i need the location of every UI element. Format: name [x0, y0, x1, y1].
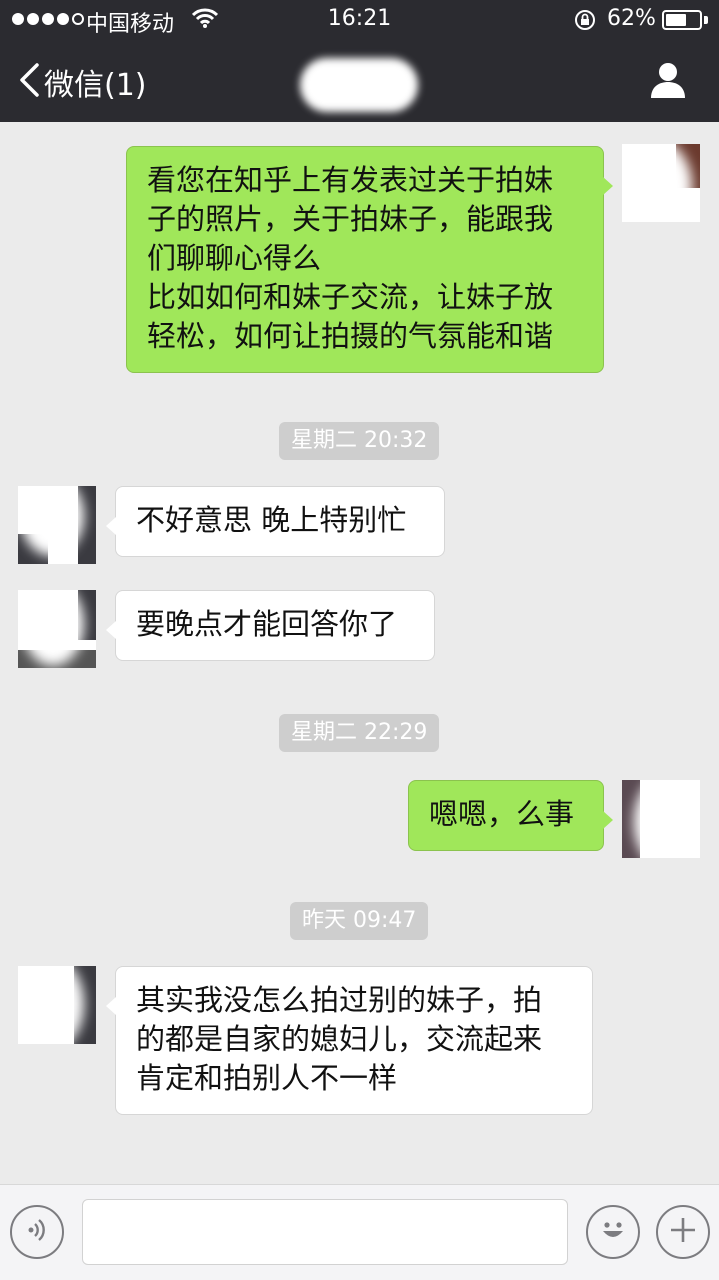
- message-text-line: 子的照片，关于拍妹子，能跟我: [147, 202, 554, 236]
- contact-avatar[interactable]: [18, 590, 96, 668]
- message-input[interactable]: [82, 1199, 568, 1265]
- battery-level: [666, 14, 686, 26]
- top-bar: 中国移动 16:21 62% 微信(1): [0, 0, 719, 122]
- message-text-line: 其实我没怎么拍过别的妹子，拍: [136, 983, 543, 1017]
- battery-icon: [662, 10, 702, 30]
- timestamp-chip: 星期二 22:29: [279, 714, 440, 752]
- timestamp-chip: 星期二 20:32: [279, 422, 440, 460]
- input-bar: [0, 1184, 719, 1280]
- message-text-line: 要晚点才能回答你了: [136, 607, 398, 641]
- back-button[interactable]: 微信(1): [18, 60, 147, 104]
- message-bubble-outgoing[interactable]: 嗯嗯，么事: [408, 780, 613, 851]
- battery-percent: 62%: [607, 6, 656, 31]
- message-list[interactable]: 看您在知乎上有发表过关于拍妹 子的照片，关于拍妹子，能跟我 们聊聊心得么 比如如…: [0, 122, 719, 1184]
- message-text-line: 比如如何和妹子交流，让妹子放: [147, 280, 554, 314]
- emoji-icon: [596, 1213, 630, 1251]
- voice-button[interactable]: [10, 1205, 64, 1259]
- timestamp-chip: 昨天 09:47: [290, 902, 429, 940]
- message-bubble-incoming[interactable]: 其实我没怎么拍过别的妹子，拍 的都是自家的媳妇儿，交流起来 肯定和拍别人不一样: [106, 966, 593, 1115]
- message-text-line: 轻松，如何让拍摄的气氛能和谐: [147, 319, 554, 353]
- nav-bar: 微信(1): [0, 40, 719, 122]
- message-text-line: 的都是自家的媳妇儿，交流起来: [136, 1022, 543, 1056]
- profile-button[interactable]: [648, 60, 688, 104]
- message-text-line: 嗯嗯，么事: [429, 797, 575, 831]
- emoji-button[interactable]: [586, 1205, 640, 1259]
- status-bar: 中国移动 16:21 62%: [0, 0, 719, 40]
- message-text-line: 看您在知乎上有发表过关于拍妹: [147, 163, 554, 197]
- contact-avatar[interactable]: [18, 966, 96, 1044]
- chevron-left-icon: [18, 62, 40, 102]
- chat-title-redacted: [300, 58, 418, 112]
- message-text-line: 肯定和拍别人不一样: [136, 1061, 398, 1095]
- message-text-line: 不好意思 晚上特别忙: [136, 503, 407, 537]
- my-avatar[interactable]: [622, 144, 700, 222]
- plus-icon: [668, 1215, 698, 1249]
- voice-icon: [23, 1216, 51, 1248]
- contact-avatar[interactable]: [18, 486, 96, 564]
- my-avatar[interactable]: [622, 780, 700, 858]
- back-label: 微信(1): [44, 68, 147, 103]
- message-text-line: 们聊聊心得么: [147, 241, 322, 275]
- person-icon: [648, 63, 688, 104]
- rotation-lock-icon: [573, 8, 597, 38]
- message-bubble-outgoing[interactable]: 看您在知乎上有发表过关于拍妹 子的照片，关于拍妹子，能跟我 们聊聊心得么 比如如…: [126, 146, 613, 373]
- message-bubble-incoming[interactable]: 要晚点才能回答你了: [106, 590, 435, 661]
- message-bubble-incoming[interactable]: 不好意思 晚上特别忙: [106, 486, 445, 557]
- more-button[interactable]: [656, 1205, 710, 1259]
